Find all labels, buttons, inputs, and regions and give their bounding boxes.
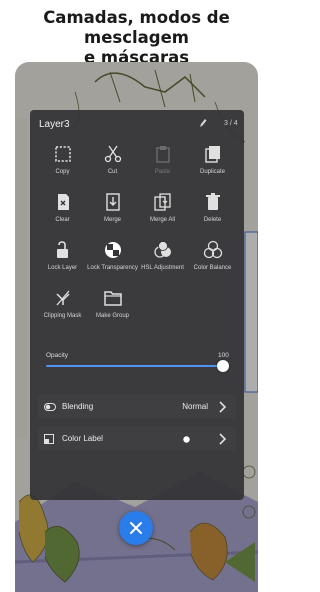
hsl-adjustment-button[interactable]: HSL Adjustment	[136, 238, 189, 282]
color-balance-icon	[203, 240, 223, 259]
clipping-mask-icon	[56, 290, 70, 306]
blending-row[interactable]: Blending Normal	[38, 395, 236, 419]
opacity-value: 100	[218, 352, 229, 359]
lock-layer-button[interactable]: Lock Layer	[36, 238, 89, 282]
folder-icon	[104, 291, 122, 306]
color-label-row[interactable]: Color Label	[38, 427, 236, 451]
scissors-icon	[104, 145, 122, 163]
layer-name[interactable]: Layer3	[39, 119, 70, 130]
layer-menu-panel: Layer3 3 / 4 Copy Cut Paste Duplicate Cl…	[30, 110, 244, 500]
clipping-mask-label: Clipping Mask	[43, 313, 82, 319]
make-group-button[interactable]: Make Group	[86, 286, 139, 330]
checker-circle-icon	[105, 242, 121, 258]
clipping-mask-button[interactable]: Clipping Mask	[36, 286, 89, 330]
color-label-text: Color Label	[62, 434, 103, 443]
paste-icon	[156, 146, 170, 163]
cut-button[interactable]: Cut	[86, 142, 139, 186]
delete-label: Delete	[203, 217, 222, 223]
promo-headline: Camadas, modos de mesclagem e máscaras	[0, 8, 273, 68]
blending-label: Blending	[62, 402, 94, 411]
lock-open-icon	[57, 241, 68, 258]
merge-icon	[106, 193, 120, 211]
duplicate-label: Duplicate	[199, 169, 225, 175]
chevron-right-icon	[219, 433, 226, 445]
merge-all-icon	[154, 193, 171, 211]
blending-value: Normal	[182, 402, 208, 411]
clear-label: Clear	[55, 217, 70, 223]
lock-transparency-label: Lock Transparency	[87, 265, 138, 271]
hsl-adjustment-label: HSL Adjustment	[141, 265, 184, 271]
delete-button[interactable]: Delete	[186, 190, 239, 234]
merge-label: Merge	[103, 217, 121, 223]
duplicate-button[interactable]: Duplicate	[186, 142, 239, 186]
lock-transparency-button[interactable]: Lock Transparency	[86, 238, 139, 282]
lock-layer-label: Lock Layer	[47, 265, 78, 271]
color-label-icon	[44, 434, 54, 444]
clear-layer-icon	[58, 194, 69, 210]
color-dot-icon	[183, 436, 190, 443]
pen-icon[interactable]	[198, 117, 208, 129]
opacity-slider-track[interactable]	[46, 365, 224, 367]
chevron-right-icon	[219, 401, 226, 413]
make-group-label: Make Group	[95, 313, 129, 319]
color-balance-label: Color Balance	[193, 265, 232, 271]
close-menu-button[interactable]	[119, 511, 153, 545]
duplicate-icon	[205, 146, 220, 163]
copy-button[interactable]: Copy	[36, 142, 89, 186]
paste-label: Paste	[154, 169, 171, 175]
close-icon	[130, 522, 142, 534]
clear-button[interactable]: Clear	[36, 190, 89, 234]
layer-counter: 3 / 4	[224, 120, 238, 127]
copy-selection-icon	[55, 146, 71, 162]
trash-icon	[206, 193, 220, 210]
opacity-label: Opacity	[46, 352, 69, 359]
toggle-icon[interactable]	[44, 403, 56, 411]
color-balance-button[interactable]: Color Balance	[186, 238, 239, 282]
copy-label: Copy	[55, 169, 70, 175]
cut-label: Cut	[107, 169, 118, 175]
merge-button[interactable]: Merge	[86, 190, 139, 234]
paste-button[interactable]: Paste	[136, 142, 189, 186]
merge-all-button[interactable]: Merge All	[136, 190, 189, 234]
opacity-slider-thumb[interactable]	[217, 360, 229, 372]
merge-all-label: Merge All	[149, 217, 175, 223]
hsl-icon	[154, 241, 171, 258]
headline-line-1: Camadas, modos de mesclagem	[43, 8, 230, 47]
